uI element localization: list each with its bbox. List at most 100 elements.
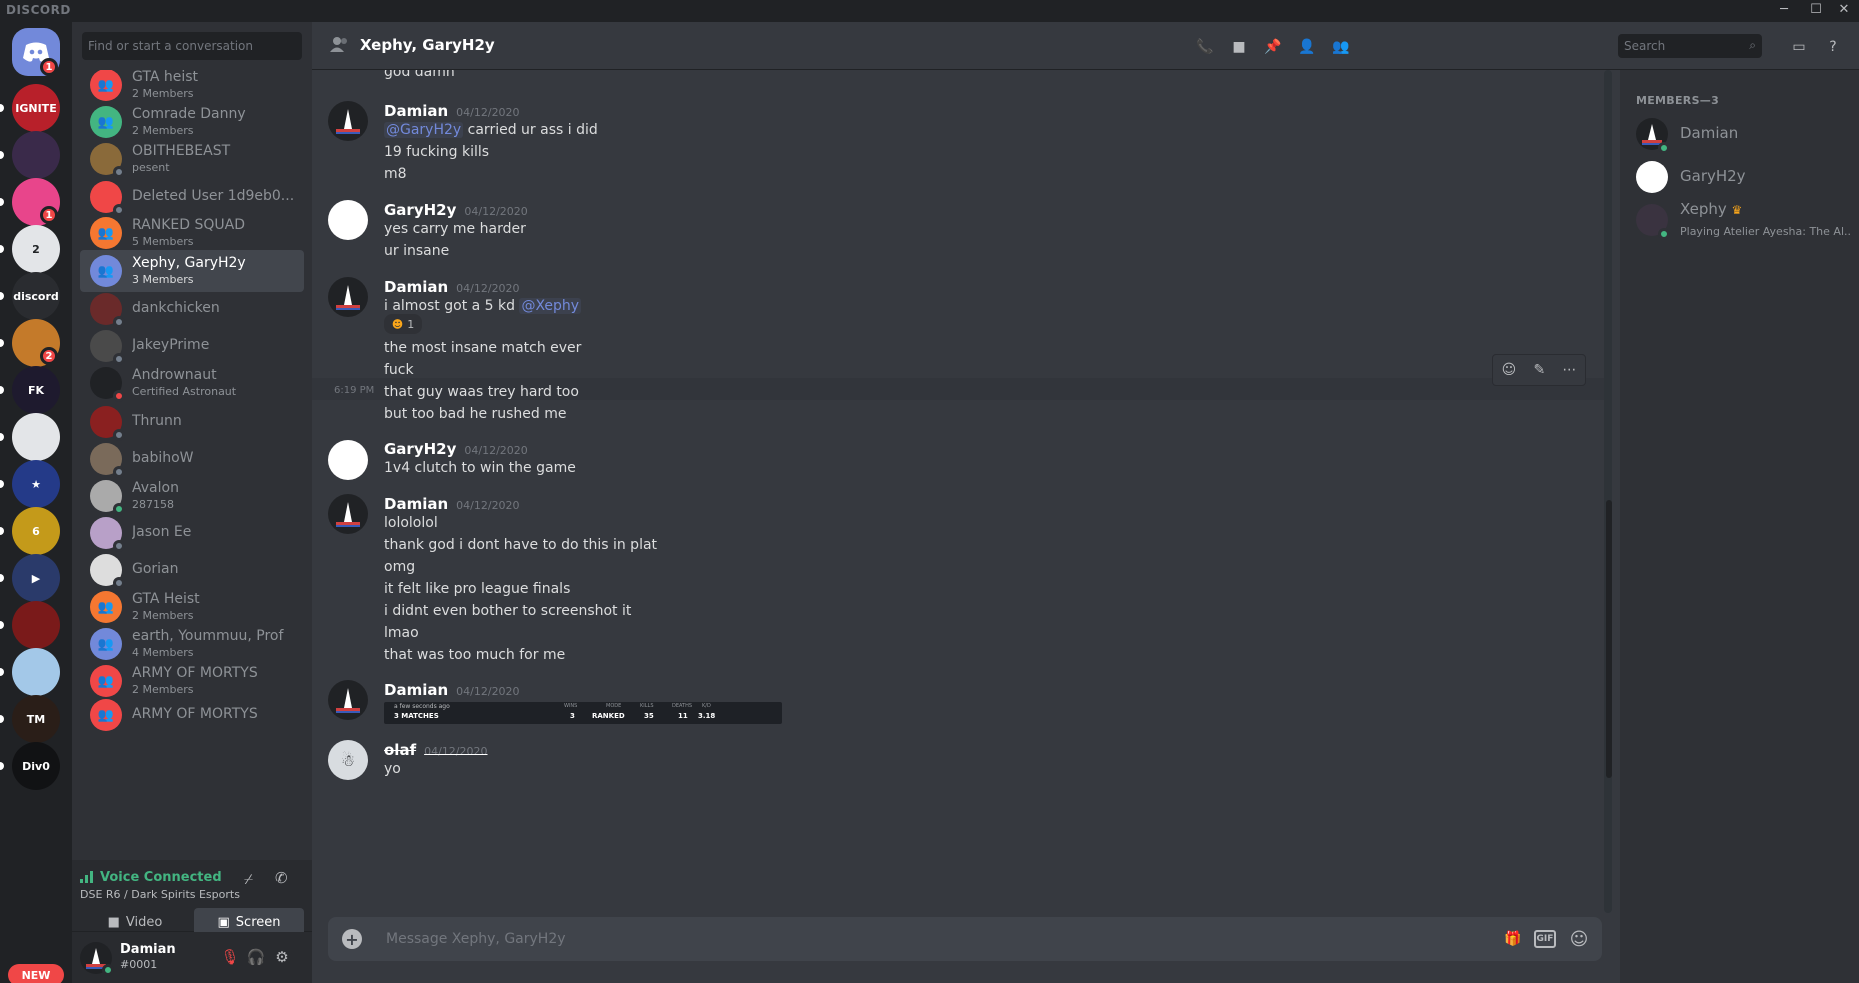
help-icon[interactable]: ? bbox=[1822, 36, 1844, 58]
maximize-button[interactable]: ☐ bbox=[1805, 2, 1827, 20]
dm-user-item[interactable]: JakeyPrime bbox=[80, 325, 304, 367]
message-author[interactable]: GaryH2y 04/12/2020 bbox=[384, 201, 528, 219]
gift-icon[interactable]: 🎁 bbox=[1502, 929, 1524, 949]
dm-user-item[interactable]: Gorian bbox=[80, 549, 304, 591]
message-author[interactable]: Damian 04/12/2020 bbox=[384, 681, 520, 699]
voice-channel[interactable]: DSE R6 / Dark Spirits Esports bbox=[80, 888, 240, 901]
member-list-icon[interactable]: 👥 bbox=[1330, 36, 1352, 58]
member-list: MEMBERS—3 Damian GaryH2y Xephy ♛ Playing… bbox=[1620, 70, 1859, 983]
dm-name: JakeyPrime bbox=[132, 337, 210, 353]
message-list: god damn Damian 04/12/2020 @GaryH2y carri… bbox=[312, 70, 1604, 913]
server-list: 1 IGNITE 1 2 discord 2 FK ★ 6 ▶ TM Div0 NEW bbox=[0, 22, 72, 983]
server-icon[interactable]: IGNITE bbox=[12, 84, 60, 132]
dm-group-item[interactable]: 👥 ARMY OF MORTYS bbox=[80, 694, 304, 736]
add-reaction-icon[interactable]: ☺ bbox=[1502, 362, 1517, 378]
dm-user-item[interactable]: Thrunn bbox=[80, 401, 304, 443]
message-text: lolololol bbox=[384, 515, 438, 531]
search-input[interactable]: Search ⌕ bbox=[1618, 34, 1762, 58]
dm-user-item[interactable]: dankchicken bbox=[80, 288, 304, 330]
message-input[interactable] bbox=[384, 917, 1484, 961]
server-icon-label: 6 bbox=[32, 524, 40, 538]
chat-scrollbar-track[interactable] bbox=[1604, 70, 1612, 913]
deafen-icon[interactable]: 🎧 bbox=[246, 948, 266, 968]
member-item[interactable]: GaryH2y bbox=[1628, 155, 1852, 197]
unread-pill bbox=[0, 621, 4, 629]
member-item[interactable]: Damian bbox=[1628, 112, 1852, 154]
message-timestamp: 04/12/2020 bbox=[424, 745, 488, 758]
dm-user-item[interactable]: Andrownaut Certified Astronaut bbox=[80, 362, 304, 404]
dm-user-item[interactable]: Jason Ee bbox=[80, 512, 304, 554]
server-icon[interactable]: 1 bbox=[12, 178, 60, 226]
pinned-messages-icon[interactable]: 📌 bbox=[1262, 36, 1284, 58]
dm-group-item[interactable]: 👥 Xephy, GaryH2y 3 Members bbox=[80, 250, 304, 292]
voice-status[interactable]: Voice Connected bbox=[100, 870, 222, 885]
message-timestamp: 04/12/2020 bbox=[456, 499, 520, 512]
dm-subtitle: 2 Members bbox=[132, 609, 194, 622]
user-mention[interactable]: @GaryH2y bbox=[384, 122, 464, 138]
dm-user-item[interactable]: babihoW bbox=[80, 438, 304, 480]
message-avatar[interactable] bbox=[328, 680, 368, 720]
message-text: @GaryH2y carried ur ass i did bbox=[384, 122, 598, 138]
message-author[interactable]: Damian 04/12/2020 bbox=[384, 495, 520, 513]
chat-scrollbar-thumb[interactable] bbox=[1606, 500, 1612, 778]
message-author[interactable]: GaryH2y 04/12/2020 bbox=[384, 440, 528, 458]
server-icon[interactable]: 2 bbox=[12, 319, 60, 367]
edit-icon[interactable]: ✎ bbox=[1533, 362, 1545, 378]
message-avatar[interactable] bbox=[328, 200, 368, 240]
inbox-icon[interactable]: ▭ bbox=[1788, 36, 1810, 58]
member-item[interactable]: Xephy ♛ Playing Atelier Ayesha: The Al..… bbox=[1628, 198, 1852, 240]
settings-icon[interactable]: ⚙ bbox=[272, 948, 292, 968]
message-author[interactable]: Damian 04/12/2020 bbox=[384, 278, 520, 296]
server-icon[interactable] bbox=[12, 601, 60, 649]
server-icon[interactable]: TM bbox=[12, 695, 60, 743]
dm-group-item[interactable]: 👥 GTA Heist 2 Members bbox=[80, 586, 304, 628]
server-icon[interactable]: discord bbox=[12, 272, 60, 320]
close-button[interactable]: ✕ bbox=[1833, 2, 1855, 20]
dm-group-item[interactable]: 👥 earth, Yoummuu, Prof 4 Members bbox=[80, 623, 304, 665]
more-icon[interactable]: ⋯ bbox=[1562, 362, 1576, 378]
server-icon[interactable] bbox=[12, 648, 60, 696]
embed-kills: 35 bbox=[644, 712, 654, 720]
message-avatar[interactable] bbox=[328, 277, 368, 317]
user-mention[interactable]: @Xephy bbox=[519, 298, 582, 314]
message-avatar[interactable]: ☃ bbox=[328, 740, 368, 780]
dm-name: GTA heist bbox=[132, 70, 199, 85]
server-icon[interactable] bbox=[12, 413, 60, 461]
gif-button[interactable]: GIF bbox=[1534, 930, 1556, 948]
home-unread-badge: 1 bbox=[40, 58, 58, 76]
reaction[interactable]: ☻ 1 bbox=[384, 314, 422, 334]
new-badge[interactable]: NEW bbox=[8, 964, 64, 983]
emoji-icon[interactable]: ☺ bbox=[1568, 929, 1590, 950]
server-icon[interactable]: ▶ bbox=[12, 554, 60, 602]
server-icon[interactable]: ★ bbox=[12, 460, 60, 508]
upload-plus-icon[interactable]: + bbox=[342, 929, 362, 949]
message-avatar[interactable] bbox=[328, 440, 368, 480]
mute-icon[interactable]: 🎙 bbox=[220, 948, 240, 968]
message-avatar[interactable] bbox=[328, 101, 368, 141]
start-video-call-icon[interactable]: ■ bbox=[1228, 36, 1250, 58]
server-icon[interactable]: Div0 bbox=[12, 742, 60, 790]
dm-group-item[interactable]: 👥 Comrade Danny 2 Members bbox=[80, 101, 304, 143]
server-icon[interactable]: 6 bbox=[12, 507, 60, 555]
dm-user-item[interactable]: OBITHEBEAST pesent bbox=[80, 138, 304, 180]
dm-user-item[interactable]: Avalon 287158 bbox=[80, 475, 304, 517]
message-avatar[interactable] bbox=[328, 494, 368, 534]
message-author[interactable]: Damian 04/12/2020 bbox=[384, 102, 520, 120]
server-icon[interactable] bbox=[12, 131, 60, 179]
message-author[interactable]: olaf 04/12/2020 bbox=[384, 741, 488, 759]
signal-icon bbox=[80, 871, 93, 883]
find-conversation-button[interactable]: Find or start a conversation bbox=[82, 32, 302, 60]
start-voice-call-icon[interactable]: 📞 bbox=[1194, 36, 1216, 58]
user-avatar[interactable] bbox=[80, 942, 114, 976]
server-icon-label: ▶ bbox=[31, 571, 41, 585]
match-stats-image[interactable]: a few seconds ago 3 MATCHES WINS 3 MODE … bbox=[384, 702, 782, 724]
unread-pill bbox=[0, 433, 4, 441]
minimize-button[interactable]: ─ bbox=[1773, 2, 1795, 20]
disconnect-icon[interactable]: ✆ bbox=[275, 869, 288, 887]
dm-group-item[interactable]: 👥 RANKED SQUAD 5 Members bbox=[80, 212, 304, 254]
home-button[interactable]: 1 bbox=[12, 28, 60, 76]
noise-suppression-icon[interactable]: ⌿ bbox=[244, 870, 253, 888]
add-friends-icon[interactable]: 👤 bbox=[1296, 36, 1318, 58]
server-icon[interactable]: FK bbox=[12, 366, 60, 414]
server-icon[interactable]: 2 bbox=[12, 225, 60, 273]
